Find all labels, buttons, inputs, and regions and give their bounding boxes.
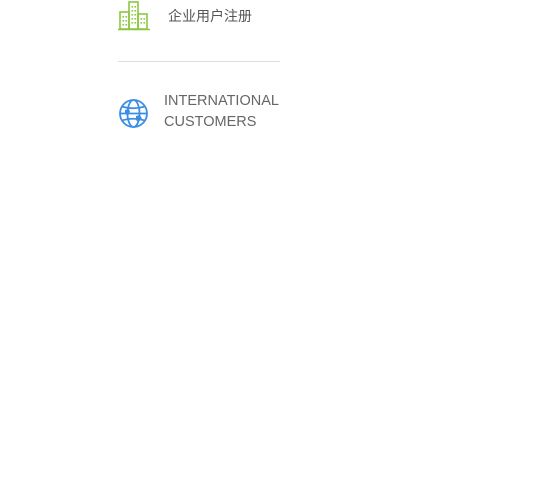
enterprise-registration-label: 企业用户注册 bbox=[168, 8, 252, 24]
menu-divider bbox=[118, 61, 280, 62]
international-customers-link[interactable]: INTERNATIONAL CUSTOMERS bbox=[118, 91, 280, 135]
enterprise-registration-link[interactable]: 企业用户注册 bbox=[118, 0, 280, 34]
registration-menu: 企业用户注册 INTERNATIONAL CUSTOMERS bbox=[118, 0, 280, 130]
building-icon bbox=[118, 0, 150, 31]
globe-icon bbox=[118, 98, 149, 129]
international-customers-label: INTERNATIONAL CUSTOMERS bbox=[164, 91, 279, 133]
international-customers-line1: INTERNATIONAL bbox=[164, 93, 279, 109]
international-customers-line2: CUSTOMERS bbox=[164, 114, 257, 130]
